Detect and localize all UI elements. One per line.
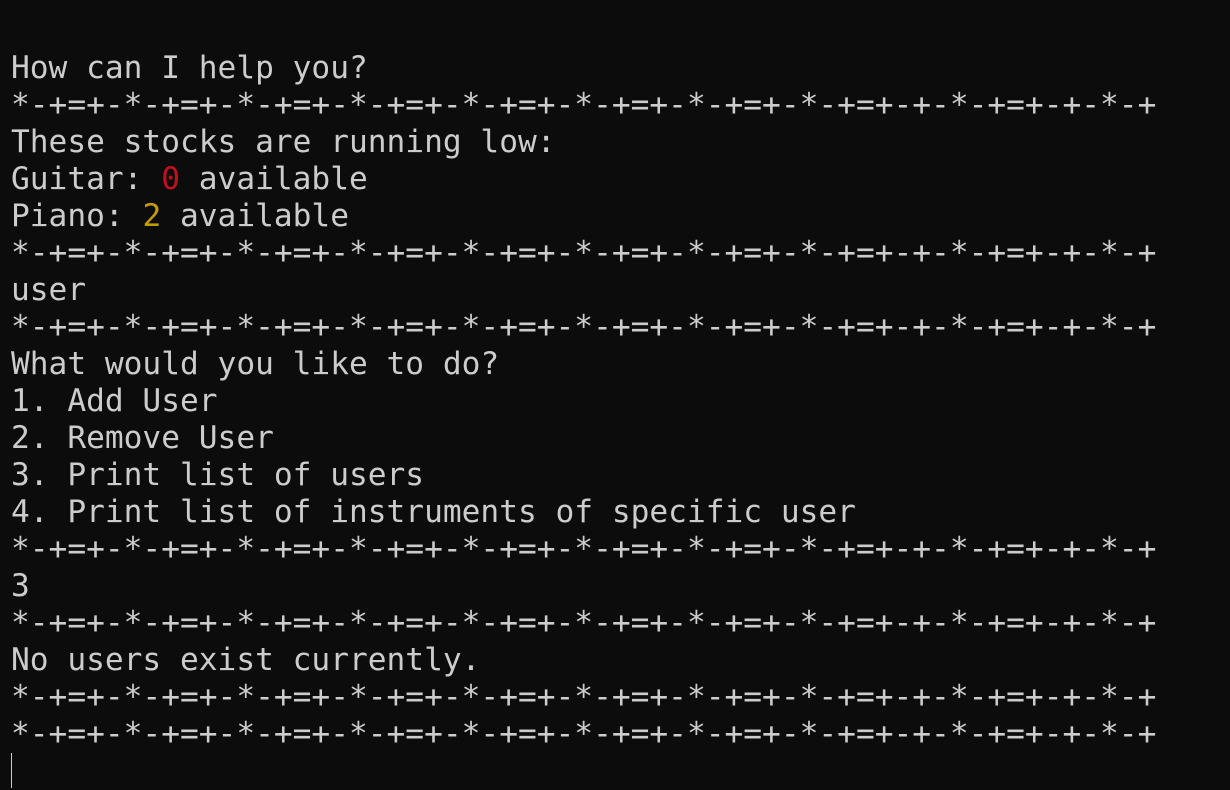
stock-suffix: available <box>161 198 349 234</box>
menu-option-remove-user: 2. Remove User <box>11 420 274 456</box>
menu-option-print-instruments: 4. Print list of instruments of specific… <box>11 494 856 530</box>
low-stock-header: These stocks are running low: <box>11 124 556 160</box>
prompt-help-line: How can I help you? <box>11 50 368 86</box>
separator-line: *-+=+-*-+=+-*-+=+-*-+=+-*-+=+-*-+=+-*-+=… <box>11 531 1157 567</box>
separator-line: *-+=+-*-+=+-*-+=+-*-+=+-*-+=+-*-+=+-*-+=… <box>11 309 1157 345</box>
separator-line: *-+=+-*-+=+-*-+=+-*-+=+-*-+=+-*-+=+-*-+=… <box>11 716 1157 752</box>
result-message-line: No users exist currently. <box>11 642 481 678</box>
text-cursor[interactable] <box>11 753 12 788</box>
stock-line-guitar: Guitar: 0 available <box>11 161 1230 198</box>
stock-suffix: available <box>180 161 368 197</box>
separator-line: *-+=+-*-+=+-*-+=+-*-+=+-*-+=+-*-+=+-*-+=… <box>11 605 1157 641</box>
separator-line: *-+=+-*-+=+-*-+=+-*-+=+-*-+=+-*-+=+-*-+=… <box>11 679 1157 715</box>
stock-count: 2 <box>142 198 162 234</box>
section-name-line: user <box>11 272 87 308</box>
stock-name: Guitar: <box>11 161 162 197</box>
stock-name: Piano: <box>11 198 143 234</box>
separator-line: *-+=+-*-+=+-*-+=+-*-+=+-*-+=+-*-+=+-*-+=… <box>11 87 1157 123</box>
menu-option-print-users: 3. Print list of users <box>11 457 425 493</box>
menu-question-line: What would you like to do? <box>11 346 500 382</box>
menu-option-add-user: 1. Add User <box>11 383 218 419</box>
stock-line-piano: Piano: 2 available <box>11 198 1230 235</box>
terminal-window[interactable]: How can I help you? *-+=+-*-+=+-*-+=+-*-… <box>0 0 1230 790</box>
separator-line: *-+=+-*-+=+-*-+=+-*-+=+-*-+=+-*-+=+-*-+=… <box>11 235 1157 271</box>
stock-count: 0 <box>161 161 180 197</box>
user-input-line: 3 <box>11 568 30 604</box>
